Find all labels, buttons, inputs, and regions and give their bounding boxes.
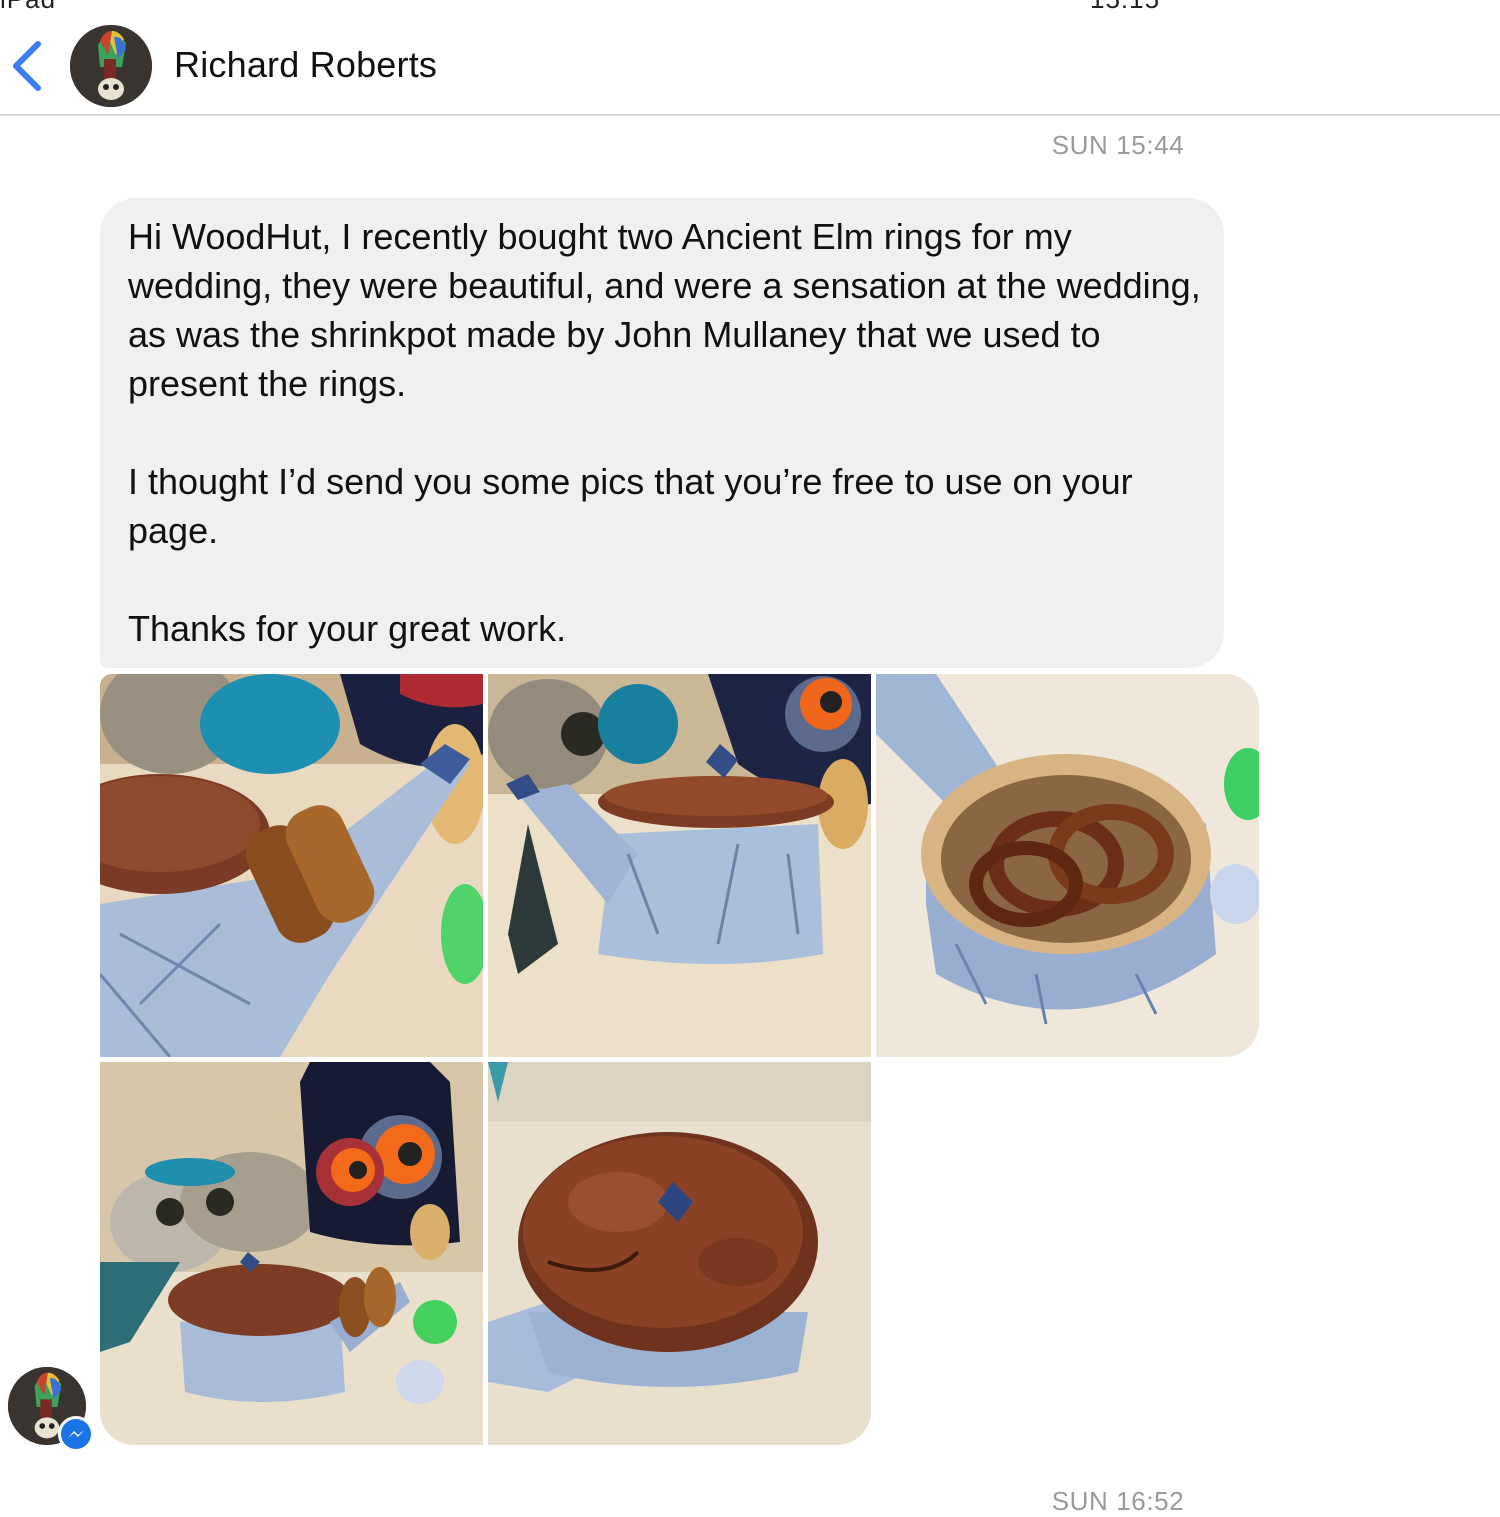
- contact-name[interactable]: Richard Roberts: [174, 44, 437, 86]
- photo-rings-in-pot[interactable]: [876, 674, 1259, 1057]
- photo-image: [100, 1062, 483, 1445]
- message-timestamp: SUN 15:44: [1051, 130, 1185, 160]
- chevron-left-icon: [13, 41, 41, 91]
- photo-image: [876, 674, 1259, 1057]
- message-paragraph: Hi WoodHut, I recently bought two Ancien…: [128, 216, 1201, 404]
- messenger-icon: [58, 1416, 94, 1452]
- back-button[interactable]: [6, 38, 46, 94]
- status-bar-left: iPad: [0, 0, 56, 15]
- photo-rings-on-spout[interactable]: [100, 674, 483, 1057]
- message-paragraph: Thanks for your great work.: [128, 608, 567, 649]
- conversation-header: iPad 15:15 Richard Roberts: [0, 0, 1500, 116]
- message-bubble[interactable]: Hi WoodHut, I recently bought two Ancien…: [100, 198, 1224, 668]
- photo-image: [488, 674, 871, 1057]
- status-bar-clock: 15:15: [1090, 0, 1160, 15]
- message-paragraph: I thought I’d send you some pics that yo…: [128, 461, 1133, 551]
- photo-lid-closeup[interactable]: [488, 1062, 871, 1445]
- photo-pot-with-owls[interactable]: [100, 1062, 483, 1445]
- photo-image: [100, 674, 483, 1057]
- message-timestamp: SUN 16:52: [1051, 1486, 1185, 1516]
- photo-image: [488, 1062, 871, 1445]
- avatar-image: [70, 25, 152, 107]
- contact-avatar[interactable]: [70, 25, 152, 107]
- photo-shrinkpot[interactable]: [488, 674, 871, 1057]
